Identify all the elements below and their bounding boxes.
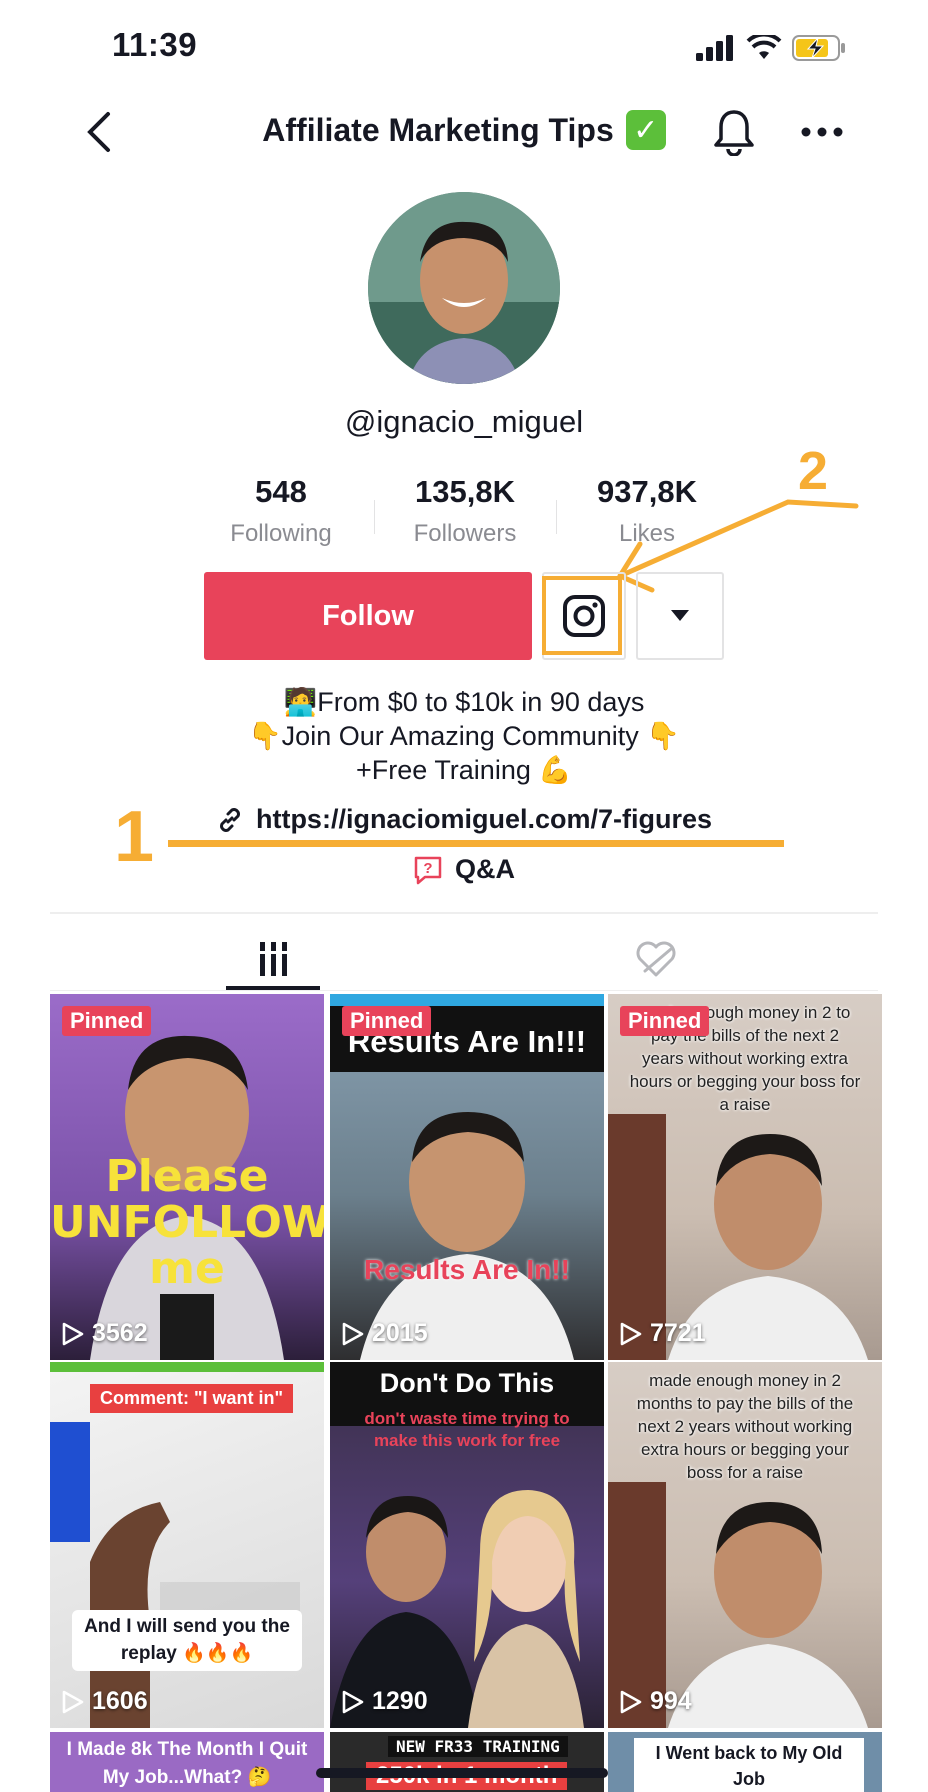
following-label: Following: [230, 520, 332, 547]
signal-icon: [696, 35, 733, 61]
view-count: 2015: [342, 1319, 428, 1348]
video-caption-top: NEW FR33 TRAINING: [388, 1736, 568, 1757]
video-tile[interactable]: made enough money in 2 to pay the bills …: [608, 994, 882, 1360]
view-count-text: 7721: [650, 1319, 706, 1347]
video-tile[interactable]: NEW FR33 TRAINING 250k in 1 month: [330, 1732, 604, 1792]
video-caption: made enough money in 2 months to pay the…: [636, 1371, 854, 1482]
video-tile[interactable]: Please UNFOLLOW me Pinned 3562: [50, 994, 324, 1360]
bio-line-3: +Free Training 💪: [356, 755, 572, 785]
video-tile[interactable]: Results Are In!!! Results Are In!! Pinne…: [330, 994, 604, 1360]
caret-down-icon: [671, 610, 689, 621]
video-caption-top: Comment: "I want in": [90, 1384, 294, 1413]
profile-title-text: Affiliate Marketing Tips: [262, 111, 614, 148]
view-count-text: 2015: [372, 1319, 428, 1347]
view-count: 1606: [62, 1687, 148, 1716]
video-caption: I Made 8k The Month I Quit My Job...What…: [66, 1739, 308, 1788]
stat-followers[interactable]: 135,8K Followers: [370, 474, 560, 548]
battery-icon: [792, 35, 845, 61]
followers-count: 135,8K: [415, 474, 515, 509]
pinned-badge: Pinned: [342, 1006, 432, 1036]
wifi-icon: [746, 35, 782, 59]
verified-check-icon: ✓: [625, 110, 666, 150]
video-tile[interactable]: I Went back to My Old Job: [608, 1732, 882, 1792]
play-icon: [620, 1322, 642, 1345]
play-icon: [62, 1690, 84, 1713]
profile-handle: @ignacio_miguel: [344, 404, 584, 439]
video-tile[interactable]: Don't Do This don't waste time trying to…: [330, 1362, 604, 1728]
video-caption: Results Are In!!: [364, 1254, 570, 1285]
following-count: 548: [255, 474, 307, 509]
link-icon: [220, 807, 240, 832]
play-icon: [342, 1690, 364, 1713]
stat-following[interactable]: 548 Following: [186, 474, 376, 548]
grid-icon: [260, 942, 287, 976]
view-count-text: 1290: [372, 1687, 428, 1715]
status-time: 11:39: [112, 26, 198, 63]
annotation-highlight-box: [542, 576, 622, 655]
followers-label: Followers: [413, 520, 517, 547]
pinned-badge: Pinned: [62, 1006, 152, 1036]
qa-icon: ?: [414, 856, 442, 884]
more-options-icon[interactable]: [800, 118, 844, 146]
video-caption-top: Don't Do This: [379, 1368, 555, 1398]
video-thumbnail: [50, 1422, 300, 1728]
play-icon: [620, 1690, 642, 1713]
divider: [50, 912, 878, 914]
suggested-accounts-button[interactable]: [636, 572, 724, 660]
avatar[interactable]: [368, 192, 560, 384]
video-tile[interactable]: Comment: "I want in" And I will send you…: [50, 1362, 324, 1728]
pinned-badge: Pinned: [620, 1006, 710, 1036]
view-count-text: 3562: [92, 1319, 148, 1347]
tabs-divider: [50, 990, 878, 991]
view-count: 3562: [62, 1319, 148, 1348]
video-caption: don't waste time trying to make this wor…: [364, 1409, 570, 1451]
view-count-text: 1606: [92, 1687, 148, 1715]
video-tile[interactable]: made enough money in 2 months to pay the…: [608, 1362, 882, 1728]
video-thumbnail: [360, 1112, 574, 1360]
tab-liked[interactable]: [616, 928, 696, 990]
play-icon: [62, 1322, 84, 1345]
liked-hidden-icon: [636, 941, 676, 977]
play-icon: [342, 1322, 364, 1345]
video-caption: And I will send you the replay 🔥🔥🔥: [72, 1610, 302, 1672]
follow-button[interactable]: Follow: [204, 572, 532, 660]
qa-label: Q&A: [455, 854, 515, 884]
view-count: 1290: [342, 1687, 428, 1716]
annotation-underline: [168, 840, 784, 847]
video-caption: I Went back to My Old Job: [634, 1738, 864, 1792]
view-count-text: 994: [650, 1687, 692, 1715]
bio-link-text[interactable]: https://ignaciomiguel.com/7-figures: [256, 804, 712, 835]
status-icons: [696, 34, 848, 62]
bio-line-2: 👇Join Our Amazing Community 👇: [248, 721, 680, 751]
page-title: Affiliate Marketing Tips ✓: [0, 110, 928, 150]
qa-link[interactable]: ? Q&A: [0, 854, 928, 892]
video-caption: Please UNFOLLOW me: [50, 1151, 324, 1295]
tile-top-strip: [330, 994, 604, 1006]
bell-icon[interactable]: [712, 108, 756, 156]
view-count: 994: [620, 1687, 692, 1716]
tab-videos[interactable]: [226, 928, 320, 990]
home-indicator[interactable]: [316, 1768, 608, 1778]
video-tile[interactable]: I Made 8k The Month I Quit My Job...What…: [50, 1732, 324, 1792]
view-count: 7721: [620, 1319, 706, 1348]
svg-text:?: ?: [423, 860, 432, 877]
bio-line-1: 🧑‍💻From $0 to $10k in 90 days: [283, 687, 645, 717]
